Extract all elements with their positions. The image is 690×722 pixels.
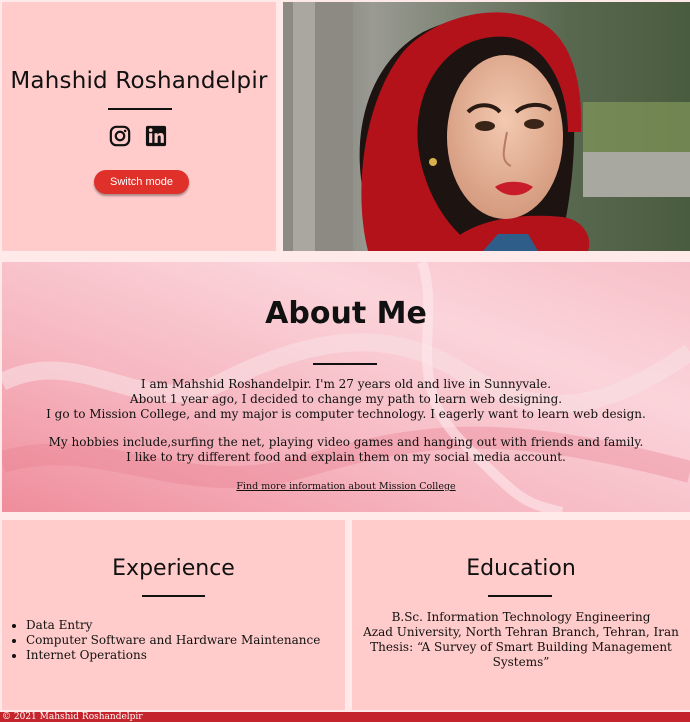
linkedin-icon[interactable] [145,125,167,147]
about-paragraph-1: I am Mahshid Roshandelpir. I'm 27 years … [2,377,690,422]
education-title: Education [466,556,576,581]
copyright-text: © 2021 Mahshid Roshandelpir [2,712,143,722]
about-section: About Me I am Mahshid Roshandelpir. I'm … [2,262,690,512]
instagram-icon[interactable] [109,125,131,147]
education-divider [488,595,552,597]
experience-title: Experience [112,556,235,581]
about-line: I go to Mission College, and my major is… [46,407,646,421]
about-title: About Me [265,296,427,331]
list-item: Data Entry [26,618,320,633]
profile-card: Mahshid Roshandelpir Switch mode [2,2,276,251]
about-paragraph-2: My hobbies include,surfing the net, play… [2,435,690,465]
list-item: Internet Operations [26,648,320,663]
education-details: B.Sc. Information Technology Engineering… [352,610,690,670]
social-links [109,125,167,147]
education-line: B.Sc. Information Technology Engineering [391,610,651,624]
list-item: Computer Software and Hardware Maintenan… [26,633,320,648]
education-line: Azad University, North Tehran Branch, Te… [363,625,679,639]
mission-college-link[interactable]: Find more information about Mission Coll… [2,481,690,492]
about-line: About 1 year ago, I decided to change my… [129,392,563,406]
name-divider [108,108,172,110]
portrait-image [283,2,690,251]
experience-section: Experience Data Entry Computer Software … [2,520,345,710]
experience-list: Data Entry Computer Software and Hardwar… [2,618,320,663]
profile-name: Mahshid Roshandelpir [10,68,268,94]
profile-photo [283,2,690,251]
education-line: Thesis: “A Survey of Smart Building Mana… [370,640,672,669]
experience-divider [142,595,205,597]
switch-mode-button[interactable]: Switch mode [94,170,189,194]
about-line: I am Mahshid Roshandelpir. I'm 27 years … [140,377,552,391]
about-line: My hobbies include,surfing the net, play… [48,435,644,449]
education-section: Education B.Sc. Information Technology E… [352,520,690,710]
about-divider [313,363,377,365]
about-line: I like to try different food and explain… [126,450,566,464]
footer: © 2021 Mahshid Roshandelpir [0,712,690,722]
